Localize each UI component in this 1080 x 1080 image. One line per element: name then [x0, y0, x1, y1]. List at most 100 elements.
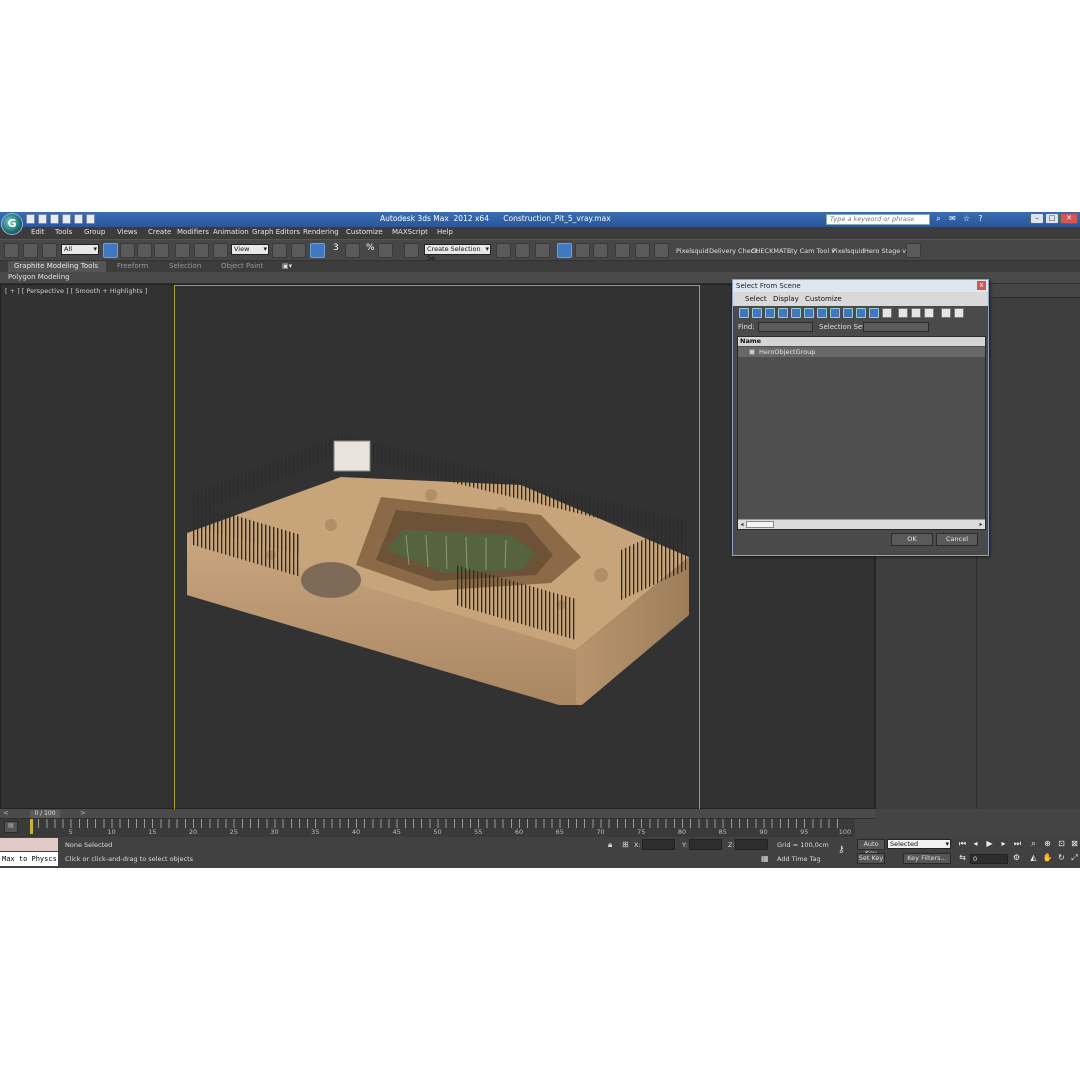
binoculars-icon[interactable]: ⌕ — [934, 214, 943, 224]
project-folder-icon[interactable] — [86, 214, 95, 224]
open-file-icon[interactable] — [38, 214, 47, 224]
edit-named-selection-icon[interactable] — [404, 243, 419, 258]
plugin-pixelsquid-1[interactable]: Pixelsquid — [676, 247, 709, 255]
scroll-left-icon[interactable]: ◂ — [738, 520, 746, 529]
key-mode-dropdown[interactable]: Selected — [887, 839, 951, 849]
key-icon[interactable]: ⚷ — [838, 845, 845, 855]
tab-graphite-modeling-tools[interactable]: Graphite Modeling Tools — [8, 261, 107, 272]
redo-icon[interactable] — [74, 214, 83, 224]
ok-button[interactable]: OK — [891, 533, 933, 546]
tab-object-paint[interactable]: Object Paint — [221, 262, 263, 270]
menu-animation[interactable]: Animation — [213, 228, 249, 236]
orbit-icon[interactable]: ↻ — [1056, 853, 1067, 863]
display-shapes-icon[interactable] — [752, 308, 762, 318]
menu-graph-editors[interactable]: Graph Editors — [252, 228, 300, 236]
pan-view-icon[interactable]: ✋ — [1042, 853, 1053, 863]
maximize-viewport-icon[interactable]: ⤢ — [1069, 853, 1080, 863]
align-icon[interactable] — [515, 243, 530, 258]
key-filters-button[interactable]: Key Filters... — [903, 853, 951, 864]
tab-selection[interactable]: Selection — [169, 262, 201, 270]
find-input[interactable] — [758, 322, 813, 332]
current-frame-field[interactable]: 0 — [970, 854, 1008, 864]
viewport-label[interactable]: [ + ] [ Perspective ] [ Smooth + Highlig… — [5, 287, 147, 295]
render-setup-icon[interactable] — [635, 243, 650, 258]
display-geometry-icon[interactable] — [739, 308, 749, 318]
graphite-toggle-icon[interactable] — [557, 243, 572, 258]
next-frame-icon[interactable]: > — [80, 809, 86, 817]
select-none-icon[interactable] — [911, 308, 921, 318]
display-containers-icon[interactable] — [856, 308, 866, 318]
menu-modifiers[interactable]: Modifiers — [177, 228, 209, 236]
select-all-icon[interactable] — [898, 308, 908, 318]
bind-space-warp-icon[interactable] — [42, 243, 57, 258]
dialog-menu-customize[interactable]: Customize — [805, 295, 842, 303]
previous-key-icon[interactable]: ◂ — [970, 839, 981, 849]
horizontal-scrollbar[interactable]: ◂ ▸ — [738, 519, 985, 529]
next-key-icon[interactable]: ▸ — [998, 839, 1009, 849]
display-hidden-icon[interactable] — [882, 308, 892, 318]
filter-icon[interactable] — [941, 308, 951, 318]
help-search-input[interactable]: Type a keyword or phrase — [826, 214, 930, 225]
plugin-cam-tool[interactable]: uty Cam Tool v — [787, 247, 835, 255]
scrollbar-thumb[interactable] — [746, 521, 774, 528]
scene-object-list[interactable]: Name HeroObjectGroup ◂ ▸ — [737, 336, 986, 530]
filter-options-icon[interactable] — [954, 308, 964, 318]
select-object-icon[interactable] — [103, 243, 118, 258]
display-spacewarps-icon[interactable] — [804, 308, 814, 318]
name-column-header[interactable]: Name — [738, 337, 985, 346]
go-to-start-icon[interactable]: ⏮ — [957, 839, 968, 849]
add-time-tag[interactable]: Add Time Tag — [777, 855, 821, 863]
polygon-modeling-panel[interactable]: Polygon Modeling — [8, 273, 70, 281]
named-selection-dropdown[interactable]: Create Selection Se — [424, 244, 491, 262]
select-rotate-icon[interactable] — [194, 243, 209, 258]
plugin-hero-stage[interactable]: Hero Stage v6 — [864, 247, 910, 255]
maximize-button[interactable]: □ — [1045, 213, 1059, 224]
select-invert-icon[interactable] — [924, 308, 934, 318]
time-slider-thumb[interactable]: 0 / 100 — [30, 810, 60, 818]
new-file-icon[interactable] — [26, 214, 35, 224]
favorites-star-icon[interactable]: ☆ — [962, 214, 971, 224]
curve-editor-icon[interactable] — [575, 243, 590, 258]
display-bones-icon[interactable] — [843, 308, 853, 318]
rectangular-selection-icon[interactable] — [137, 243, 152, 258]
selection-filter-dropdown[interactable]: All — [61, 244, 99, 255]
dialog-close-button[interactable]: x — [977, 281, 986, 290]
plugin-pixelsquid-2[interactable]: Pixelsquid — [832, 247, 865, 255]
display-cameras-icon[interactable] — [778, 308, 788, 318]
play-icon[interactable]: ▶ — [984, 839, 995, 849]
key-mode-toggle-icon[interactable]: ⇆ — [957, 853, 968, 863]
teapot-render-icon[interactable] — [906, 243, 921, 258]
close-window-button[interactable]: ✕ — [1060, 213, 1078, 224]
time-slider[interactable]: < 0 / 100 > — [0, 809, 875, 819]
z-coordinate-field[interactable] — [735, 839, 768, 850]
layer-manager-icon[interactable] — [535, 243, 550, 258]
menu-customize[interactable]: Customize — [346, 228, 383, 236]
link-icon[interactable] — [4, 243, 19, 258]
snap-3d-label[interactable]: 3 — [333, 243, 339, 253]
display-helpers-icon[interactable] — [791, 308, 801, 318]
display-xrefs-icon[interactable] — [830, 308, 840, 318]
zoom-icon[interactable]: ⌕ — [1028, 839, 1039, 849]
current-frame-marker[interactable] — [30, 819, 33, 834]
percent-snap-label[interactable]: % — [366, 243, 375, 253]
communication-center-icon[interactable]: ✉ — [948, 214, 957, 224]
list-item[interactable]: HeroObjectGroup — [738, 347, 985, 357]
lock-selection-icon[interactable]: 🔒︎ — [608, 840, 612, 850]
menu-tools[interactable]: Tools — [55, 228, 72, 236]
undo-icon[interactable] — [62, 214, 71, 224]
schematic-view-icon[interactable] — [593, 243, 608, 258]
go-to-end-icon[interactable]: ⏭ — [1012, 839, 1023, 849]
open-mini-curve-editor-icon[interactable]: ▤ — [4, 821, 18, 833]
dialog-menu-display[interactable]: Display — [773, 295, 799, 303]
zoom-all-icon[interactable]: ⊕ — [1042, 839, 1053, 849]
display-frozen-icon[interactable] — [869, 308, 879, 318]
tab-freeform[interactable]: Freeform — [117, 262, 148, 270]
display-groups-icon[interactable] — [817, 308, 827, 318]
auto-key-button[interactable]: Auto Key — [857, 839, 885, 857]
save-file-icon[interactable] — [50, 214, 59, 224]
construction-pit-model[interactable] — [181, 405, 701, 705]
keyboard-shortcut-override-icon[interactable] — [310, 243, 325, 258]
selection-set-dropdown[interactable] — [863, 322, 929, 332]
menu-maxscript[interactable]: MAXScript — [392, 228, 428, 236]
menu-edit[interactable]: Edit — [31, 228, 45, 236]
